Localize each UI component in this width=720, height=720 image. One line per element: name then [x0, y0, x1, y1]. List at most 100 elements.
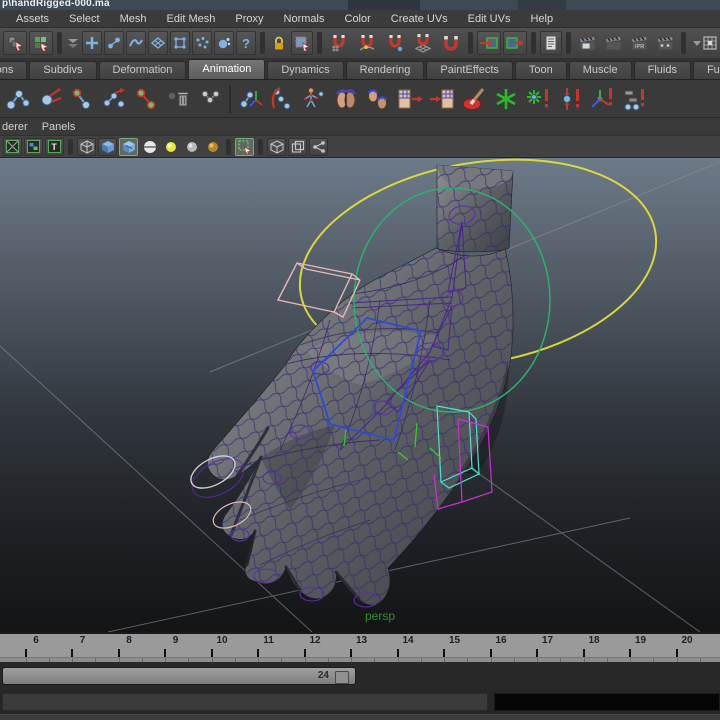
render-region-icon[interactable] — [601, 31, 625, 55]
snap-to-point-icon[interactable] — [382, 31, 408, 55]
flat-light-icon[interactable] — [182, 138, 201, 156]
mask-deformations-icon[interactable] — [170, 31, 190, 55]
render-settings-icon[interactable] — [653, 31, 677, 55]
input-connections-icon[interactable] — [477, 31, 501, 55]
menu-help[interactable]: Help — [520, 13, 563, 25]
panel-menu-panels[interactable]: Panels — [42, 121, 76, 133]
shelf-tab-toon[interactable]: Toon — [514, 61, 567, 79]
menu-normals[interactable]: Normals — [274, 13, 335, 25]
timeline-frame-6[interactable]: 6 — [25, 635, 47, 646]
mask-handles-icon[interactable] — [104, 31, 124, 55]
menu-edit-mesh[interactable]: Edit Mesh — [157, 13, 226, 25]
snap-magnet-icon[interactable] — [438, 31, 464, 55]
text-hud-box-icon[interactable]: T — [45, 137, 64, 156]
time-slider[interactable]: 6 7 8 9 10 11 12 13 14 15 16 17 18 19 20 — [0, 632, 720, 665]
timeline-frame-14[interactable]: 14 — [397, 635, 419, 646]
selection-mask-object-icon[interactable] — [29, 31, 53, 55]
menu-assets[interactable]: Assets — [6, 13, 59, 25]
menu-select[interactable]: Select — [59, 13, 110, 25]
shelf-tab-fur[interactable]: Fur — [692, 61, 720, 79]
timeline-frame-11[interactable]: 11 — [258, 635, 280, 646]
remove-joint-icon[interactable] — [163, 84, 193, 114]
mask-points-icon[interactable] — [82, 31, 102, 55]
checker-box-icon[interactable] — [3, 137, 22, 156]
ipr-render-icon[interactable]: IPR — [627, 31, 651, 55]
viewport-canvas[interactable] — [0, 158, 720, 632]
snap-to-grid-icon[interactable] — [326, 31, 352, 55]
reroot-skeleton-icon[interactable] — [99, 84, 129, 114]
render-current-frame-icon[interactable] — [575, 31, 599, 55]
set-driven-key-icon[interactable] — [523, 84, 553, 114]
snap-to-plane-icon[interactable] — [410, 31, 436, 55]
use-all-lights-icon[interactable] — [140, 138, 159, 156]
range-slider-bar[interactable]: 24 — [2, 667, 356, 685]
default-light-icon[interactable] — [161, 138, 180, 156]
point-constraint-icon[interactable] — [555, 84, 585, 114]
orient-constraint-icon[interactable] — [587, 84, 617, 114]
blend-shape-icon[interactable] — [363, 84, 393, 114]
share-nodes-icon[interactable] — [309, 137, 328, 156]
create-character-icon[interactable] — [299, 84, 329, 114]
timeline-frame-17[interactable]: 17 — [537, 635, 559, 646]
mask-rendering-icon[interactable] — [214, 31, 234, 55]
joint-tool-icon[interactable] — [3, 84, 33, 114]
snap-to-curve-icon[interactable] — [354, 31, 380, 55]
material-ball-icon[interactable] — [203, 138, 222, 156]
timeline-frame-12[interactable]: 12 — [304, 635, 326, 646]
timeline-frame-7[interactable]: 7 — [72, 635, 94, 646]
menu-color[interactable]: Color — [335, 13, 381, 25]
lock-selection-icon[interactable] — [269, 31, 289, 55]
mask-help-icon[interactable]: ? — [236, 31, 256, 55]
collapser-handle[interactable] — [681, 32, 686, 54]
shelf-tab-deformation[interactable]: Deformation — [98, 61, 187, 79]
timeline-frame-19[interactable]: 19 — [630, 635, 652, 646]
blend-shape-edit-icon[interactable] — [331, 84, 361, 114]
wireframe-cube-icon[interactable] — [77, 137, 96, 156]
shelf-tab-muscle[interactable]: Muscle — [568, 61, 632, 79]
range-slider-handle[interactable] — [335, 671, 349, 684]
single-cube-icon[interactable] — [267, 137, 286, 156]
spline-ik-icon[interactable] — [267, 84, 297, 114]
collapser-handle[interactable] — [226, 138, 231, 155]
shelf-tab-painteffects[interactable]: PaintEffects — [426, 61, 513, 79]
detach-skin-icon[interactable] — [427, 84, 457, 114]
snap-stack-icon[interactable] — [66, 31, 80, 55]
shelf-tab-dynamics[interactable]: Dynamics — [267, 61, 344, 79]
timeline-frame-20[interactable]: 20 — [676, 635, 698, 646]
panel-menu-renderer[interactable]: derer — [2, 121, 28, 133]
viewport-panel[interactable]: persp — [0, 158, 720, 632]
timeline-frame-16[interactable]: 16 — [490, 635, 512, 646]
parent-constraint-icon[interactable] — [619, 84, 649, 114]
paint-skin-weights-icon[interactable] — [459, 84, 489, 114]
insert-joint-icon[interactable] — [67, 84, 97, 114]
menu-mesh[interactable]: Mesh — [110, 13, 157, 25]
collapser-handle[interactable] — [531, 32, 536, 54]
collapser-handle[interactable] — [68, 138, 73, 155]
shelf-tab-animation[interactable]: Animation — [188, 59, 266, 79]
shaded-cube-icon[interactable] — [98, 137, 117, 156]
shelf-tab-subdivs[interactable]: Subdivs — [29, 61, 97, 79]
collapser-handle[interactable] — [566, 32, 571, 54]
collapser-handle[interactable] — [258, 138, 263, 155]
menu-proxy[interactable]: Proxy — [225, 13, 273, 25]
collapser-handle[interactable] — [468, 32, 473, 54]
connect-joint-icon[interactable] — [131, 84, 161, 114]
timeline-frame-18[interactable]: 18 — [583, 635, 605, 646]
operations-list-icon[interactable] — [540, 31, 562, 55]
timeline-frame-8[interactable]: 8 — [118, 635, 140, 646]
timeline-frame-13[interactable]: 13 — [351, 635, 373, 646]
orient-joint-icon[interactable] — [235, 84, 265, 114]
menu-create-uvs[interactable]: Create UVs — [381, 13, 458, 25]
mask-surfaces-icon[interactable] — [148, 31, 168, 55]
output-connections-icon[interactable] — [503, 31, 527, 55]
quick-selection-grid-icon[interactable] — [690, 31, 720, 55]
collapser-handle[interactable] — [57, 32, 62, 54]
shelf-tab-fluids[interactable]: Fluids — [633, 61, 691, 79]
layered-panels-icon[interactable] — [288, 137, 307, 156]
mask-curves-icon[interactable] — [126, 31, 146, 55]
isolate-select-icon[interactable] — [235, 137, 254, 156]
mask-dynamics-icon[interactable] — [192, 31, 212, 55]
shelf-tab-rendering[interactable]: Rendering — [345, 61, 425, 79]
bind-skin-icon[interactable] — [395, 84, 425, 114]
create-cluster-icon[interactable] — [491, 84, 521, 114]
